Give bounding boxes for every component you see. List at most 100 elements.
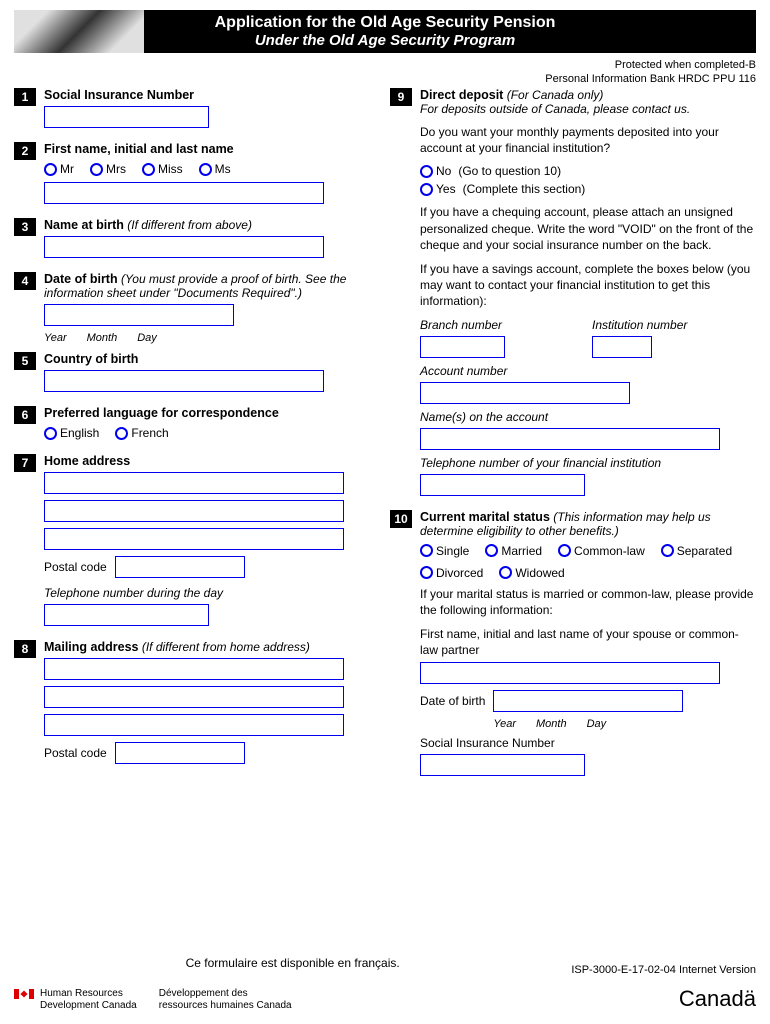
home-address-3-input[interactable] (44, 528, 344, 550)
q5-number: 5 (14, 352, 36, 370)
right-column: 9 Direct deposit (For Canada only) For d… (390, 88, 756, 790)
deposit-no-label: No (436, 164, 451, 178)
spouse-name-label: First name, initial and last name of you… (420, 626, 756, 658)
q3-hint: (If different from above) (127, 218, 252, 232)
canada-flag-icon (14, 989, 34, 999)
title-mr-label: Mr (60, 162, 74, 176)
deposit-yes-label: Yes (436, 182, 456, 196)
footer: Ce formulaire est disponible en français… (14, 956, 756, 1012)
q3-number: 3 (14, 218, 36, 236)
country-birth-input[interactable] (44, 370, 324, 392)
account-label: Account number (420, 364, 756, 378)
dob-month-label: Month (87, 332, 118, 344)
mail-address-1-input[interactable] (44, 658, 344, 680)
q8-label: Mailing address (44, 640, 138, 654)
birth-name-input[interactable] (44, 236, 324, 258)
protected-info: Protected when completed-B Personal Info… (545, 58, 756, 87)
deposit-no-hint: (Go to question 10) (458, 164, 561, 178)
branch-input[interactable] (420, 336, 505, 358)
mail-address-3-input[interactable] (44, 714, 344, 736)
home-postal-input[interactable] (115, 556, 245, 578)
q5-label: Country of birth (44, 352, 138, 366)
q2-label: First name, initial and last name (44, 142, 234, 156)
dept-fr-2: ressources humaines Canada (159, 1000, 292, 1012)
canada-wordmark: Canadä (679, 986, 756, 1012)
dob-day-label: Day (137, 332, 157, 344)
title-mrs-label: Mrs (106, 162, 126, 176)
dob-input[interactable] (44, 304, 234, 326)
mail-postal-label: Postal code (44, 746, 107, 760)
dob-year-label: Year (44, 332, 67, 344)
spouse-dob-input[interactable] (493, 690, 683, 712)
q10-label: Current marital status (420, 510, 550, 524)
home-postal-label: Postal code (44, 560, 107, 574)
account-input[interactable] (420, 382, 630, 404)
title-ms-label: Ms (215, 162, 231, 176)
account-names-label: Name(s) on the account (420, 410, 756, 424)
deposit-yes-radio[interactable] (420, 183, 433, 196)
institution-label: Institution number (592, 318, 756, 332)
marital-widowed-label: Widowed (515, 566, 564, 580)
fi-phone-label: Telephone number of your financial insti… (420, 456, 756, 470)
day-phone-input[interactable] (44, 604, 209, 626)
dept-signature: Human Resources Development Canada Dével… (14, 988, 292, 1012)
marital-married-label: Married (501, 544, 542, 558)
mail-postal-input[interactable] (115, 742, 245, 764)
form-code: ISP-3000-E-17-02-04 Internet Version (571, 964, 756, 976)
name-input[interactable] (44, 182, 324, 204)
marital-divorced-radio[interactable] (420, 566, 433, 579)
marital-single-radio[interactable] (420, 544, 433, 557)
title-mrs-radio[interactable] (90, 163, 103, 176)
sin-input[interactable] (44, 106, 209, 128)
fi-phone-input[interactable] (420, 474, 585, 496)
marital-single-label: Single (436, 544, 469, 558)
q9-savings-text: If you have a savings account, complete … (420, 261, 756, 310)
dept-fr-1: Développement des (159, 988, 292, 1000)
french-note: Ce formulaire est disponible en français… (14, 956, 571, 970)
marital-widowed-radio[interactable] (499, 566, 512, 579)
institution-input[interactable] (592, 336, 652, 358)
spouse-name-input[interactable] (420, 662, 720, 684)
dept-en-1: Human Resources (40, 988, 137, 1000)
q9-question: Do you want your monthly payments deposi… (420, 124, 756, 156)
marital-separated-label: Separated (677, 544, 732, 558)
home-address-2-input[interactable] (44, 500, 344, 522)
day-phone-label: Telephone number during the day (44, 586, 380, 600)
lang-english-radio[interactable] (44, 427, 57, 440)
title-miss-radio[interactable] (142, 163, 155, 176)
spouse-sin-label: Social Insurance Number (420, 736, 756, 750)
q10-if-married: If your marital status is married or com… (420, 586, 756, 618)
title-miss-label: Miss (158, 162, 183, 176)
left-column: 1 Social Insurance Number 2 First name, … (14, 88, 380, 790)
deposit-no-radio[interactable] (420, 165, 433, 178)
home-address-1-input[interactable] (44, 472, 344, 494)
lang-french-radio[interactable] (115, 427, 128, 440)
q6-label: Preferred language for correspondence (44, 406, 279, 420)
q7-number: 7 (14, 454, 36, 472)
protected-line1: Protected when completed-B (545, 58, 756, 72)
q7-label: Home address (44, 454, 130, 468)
q6-number: 6 (14, 406, 36, 424)
title-mr-radio[interactable] (44, 163, 57, 176)
q1-label: Social Insurance Number (44, 88, 194, 102)
spouse-dob-label: Date of birth (420, 690, 485, 708)
dept-en-2: Development Canada (40, 1000, 137, 1012)
q9-sub: For deposits outside of Canada, please c… (420, 102, 756, 116)
marital-separated-radio[interactable] (661, 544, 674, 557)
marital-married-radio[interactable] (485, 544, 498, 557)
mail-address-2-input[interactable] (44, 686, 344, 708)
account-names-input[interactable] (420, 428, 720, 450)
q8-hint: (If different from home address) (142, 640, 310, 654)
q9-number: 9 (390, 88, 412, 106)
marital-divorced-label: Divorced (436, 566, 483, 580)
header-subtitle: Under the Old Age Security Program (255, 32, 515, 49)
spouse-sin-input[interactable] (420, 754, 585, 776)
protected-line2: Personal Information Bank HRDC PPU 116 (545, 72, 756, 86)
q1-number: 1 (14, 88, 36, 106)
deposit-yes-hint: (Complete this section) (463, 182, 586, 196)
spouse-year-label: Year (493, 718, 516, 730)
marital-commonlaw-radio[interactable] (558, 544, 571, 557)
title-ms-radio[interactable] (199, 163, 212, 176)
lang-french-label: French (131, 426, 168, 440)
spouse-day-label: Day (587, 718, 607, 730)
